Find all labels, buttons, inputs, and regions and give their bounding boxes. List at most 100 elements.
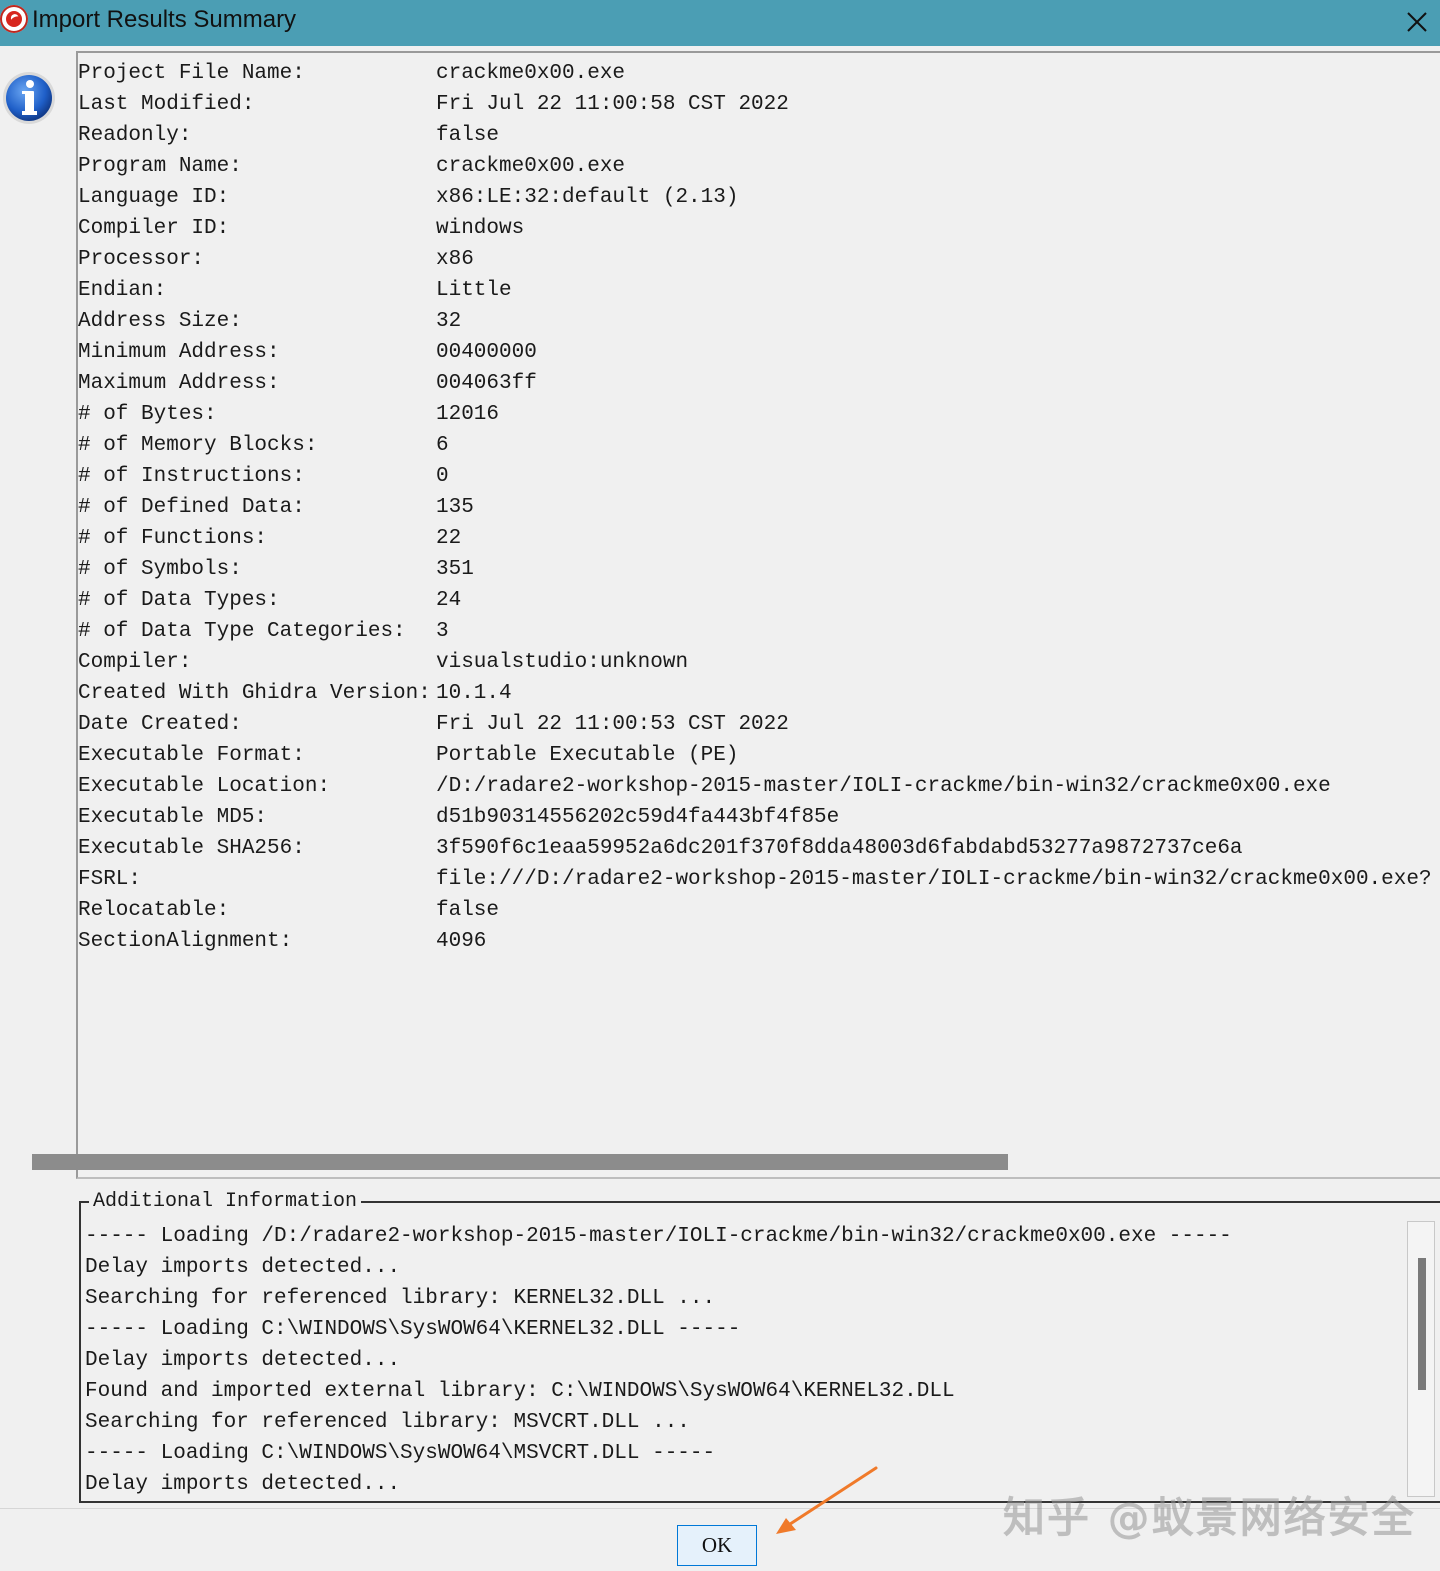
close-icon: [1407, 12, 1427, 32]
summary-value: x86:LE:32:default (2.13): [436, 186, 739, 209]
vertical-scrollbar[interactable]: [1407, 1221, 1435, 1497]
log-line: Delay imports detected...: [85, 1256, 401, 1279]
log-line: Searching for referenced library: KERNEL…: [85, 1287, 716, 1310]
summary-value: 0: [436, 465, 449, 488]
summary-value: 6: [436, 434, 449, 457]
summary-row: Compiler: visualstudio:unknown: [78, 647, 1432, 678]
summary-key: Maximum Address:: [78, 372, 280, 395]
summary-row: Date Created: Fri Jul 22 11:00:53 CST 202…: [78, 709, 1432, 740]
summary-key: Last Modified:: [78, 93, 255, 116]
ok-button[interactable]: OK: [677, 1525, 757, 1566]
summary-value: /D:/radare2-workshop-2015-master/IOLI-cr…: [436, 775, 1331, 798]
summary-value: Little: [436, 279, 512, 302]
vertical-scrollbar-thumb[interactable]: [1418, 1258, 1426, 1390]
summary-key: Language ID:: [78, 186, 230, 209]
summary-value: windows: [436, 217, 525, 240]
summary-row: Executable SHA256: 3f590f6c1eaa59952a6dc2…: [78, 833, 1432, 864]
summary-row: # of Memory Blocks: 6: [78, 430, 1432, 461]
additional-information-legend: Additional Information: [89, 1189, 362, 1215]
close-button[interactable]: [1400, 5, 1434, 39]
summary-row: Created With Ghidra Version: 10.1.4: [78, 678, 1432, 709]
summary-row: Executable MD5: d51b90314556202c59d4fa443…: [78, 802, 1432, 833]
summary-key: Endian:: [78, 279, 167, 302]
summary-row: Processor: x86: [78, 244, 1432, 275]
summary-list: Project File Name: crackme0x00.exe Last Mo…: [78, 58, 1432, 957]
summary-row: Language ID: x86:LE:32:default (2.13): [78, 182, 1432, 213]
summary-key: # of Memory Blocks:: [78, 434, 318, 457]
summary-value: 3: [436, 620, 449, 643]
summary-value: 10.1.4: [436, 682, 512, 705]
additional-information-group: Additional Information ----- Loading /D:…: [79, 1189, 1440, 1503]
log-line: ----- Loading C:\WINDOWS\SysWOW64\MSVCRT…: [85, 1442, 716, 1465]
summary-value: 3f590f6c1eaa59952a6dc201f370f8dda48003d6…: [436, 837, 1243, 860]
summary-row: # of Data Type Categories: 3: [78, 616, 1432, 647]
summary-key: Program Name:: [78, 155, 242, 178]
log-line: ----- Loading /D:/radare2-workshop-2015-…: [85, 1225, 1232, 1248]
summary-value: x86: [436, 248, 474, 271]
summary-value: 00400000: [436, 341, 537, 364]
summary-row: Endian: Little: [78, 275, 1432, 306]
summary-row: Project File Name: crackme0x00.exe: [78, 58, 1432, 89]
summary-row: # of Instructions: 0: [78, 461, 1432, 492]
summary-row: Readonly: false: [78, 120, 1432, 151]
summary-key: Project File Name:: [78, 62, 305, 85]
summary-key: Minimum Address:: [78, 341, 280, 364]
summary-value: 32: [436, 310, 462, 333]
summary-key: # of Instructions:: [78, 465, 305, 488]
summary-key: # of Data Type Categories:: [78, 620, 406, 643]
summary-row: Program Name: crackme0x00.exe: [78, 151, 1432, 182]
summary-row: Executable Format: Portable Executable (P…: [78, 740, 1432, 771]
log-line: ----- Loading C:\WINDOWS\SysWOW64\KERNEL…: [85, 1318, 741, 1341]
summary-key: Compiler ID:: [78, 217, 230, 240]
summary-key: Executable Format:: [78, 744, 305, 767]
summary-row: Maximum Address: 004063ff: [78, 368, 1432, 399]
summary-row: # of Data Types: 24: [78, 585, 1432, 616]
summary-row: Minimum Address: 00400000: [78, 337, 1432, 368]
summary-key: Processor:: [78, 248, 205, 271]
window-title: Import Results Summary: [32, 6, 297, 33]
summary-key: Relocatable:: [78, 899, 230, 922]
summary-key: # of Symbols:: [78, 558, 242, 581]
summary-value: crackme0x00.exe: [436, 155, 626, 178]
summary-key: # of Functions:: [78, 527, 268, 550]
log-line: Searching for referenced library: MSVCRT…: [85, 1411, 690, 1434]
summary-row: # of Functions: 22: [78, 523, 1432, 554]
horizontal-scrollbar-thumb[interactable]: [32, 1154, 1008, 1170]
summary-key: Created With Ghidra Version:: [78, 682, 431, 705]
summary-value: 24: [436, 589, 462, 612]
ghidra-dragon-icon: [0, 5, 28, 33]
summary-row: Compiler ID: windows: [78, 213, 1432, 244]
summary-row: # of Symbols: 351: [78, 554, 1432, 585]
summary-key: Executable Location:: [78, 775, 331, 798]
watermark: 知乎 @蚁景网络安全: [1003, 1493, 1416, 1542]
summary-key: Readonly:: [78, 124, 192, 147]
summary-row: FSRL: file:///D:/radare2-workshop-2015-ma…: [78, 864, 1432, 895]
summary-value: Portable Executable (PE): [436, 744, 739, 767]
summary-key: # of Bytes:: [78, 403, 217, 426]
summary-key: Date Created:: [78, 713, 242, 736]
log-text-area[interactable]: ----- Loading /D:/radare2-workshop-2015-…: [85, 1221, 1403, 1501]
summary-value: d51b90314556202c59d4fa443bf4f85e: [436, 806, 840, 829]
summary-value: 135: [436, 496, 474, 519]
log-line: Delay imports detected...: [85, 1349, 401, 1372]
summary-value: visualstudio:unknown: [436, 651, 689, 674]
summary-row: SectionAlignment: 4096: [78, 926, 1432, 957]
summary-row: Executable Location: /D:/radare2-workshop…: [78, 771, 1432, 802]
summary-value: 004063ff: [436, 372, 537, 395]
summary-value: 22: [436, 527, 462, 550]
summary-value: crackme0x00.exe: [436, 62, 626, 85]
summary-row: Address Size: 32: [78, 306, 1432, 337]
summary-key: FSRL:: [78, 868, 142, 891]
summary-value: Fri Jul 22 11:00:58 CST 2022: [436, 93, 789, 116]
info-icon: [3, 72, 55, 124]
summary-key: SectionAlignment:: [78, 930, 293, 953]
summary-value: 4096: [436, 930, 487, 953]
summary-key: # of Defined Data:: [78, 496, 305, 519]
summary-row: # of Bytes: 12016: [78, 399, 1432, 430]
summary-key: Executable MD5:: [78, 806, 268, 829]
summary-value: 12016: [436, 403, 500, 426]
annotation-arrow: [776, 1466, 878, 1534]
summary-panel[interactable]: Project File Name: crackme0x00.exe Last Mo…: [76, 51, 1440, 1179]
summary-key: Compiler:: [78, 651, 192, 674]
summary-value: Fri Jul 22 11:00:53 CST 2022: [436, 713, 789, 736]
